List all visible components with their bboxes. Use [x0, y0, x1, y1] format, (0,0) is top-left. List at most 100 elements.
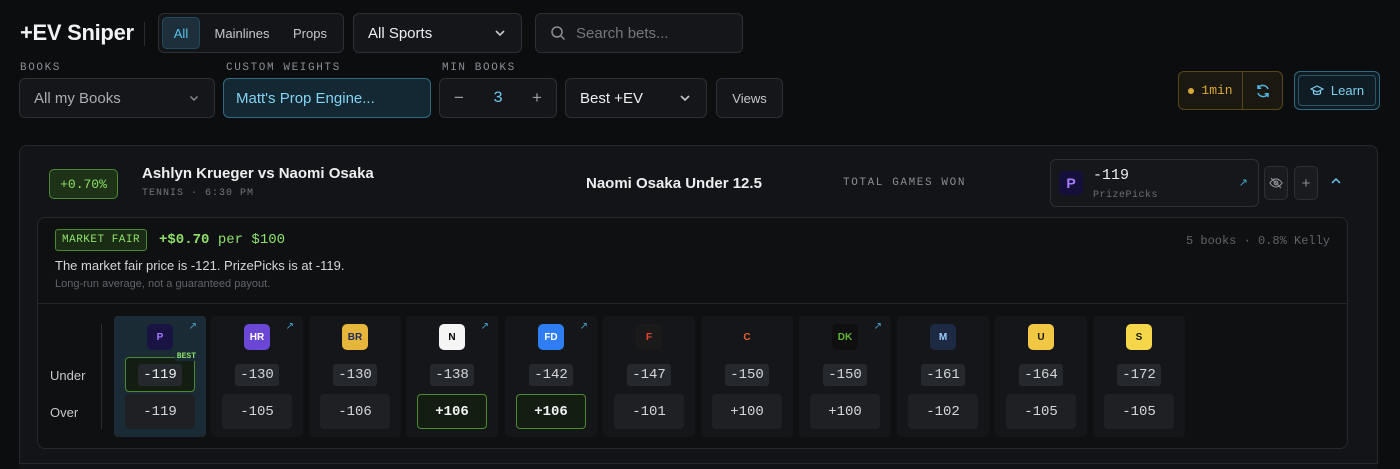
over-odds[interactable]: +100 [810, 394, 880, 429]
over-odds[interactable]: -119 [125, 394, 195, 429]
under-odds-value: -147 [627, 363, 671, 386]
next-card-edge [19, 463, 1378, 469]
over-odds[interactable]: -105 [222, 394, 292, 429]
market-fair-tag: MARKET FAIR [55, 229, 148, 251]
caesars-logo-icon: C [734, 324, 760, 350]
under-odds-value: -172 [1117, 363, 1161, 386]
over-odds[interactable]: -101 [614, 394, 684, 429]
over-odds-value: -105 [1024, 403, 1058, 420]
under-row-label: Under [50, 368, 86, 383]
refresh-control: 1min [1178, 71, 1283, 110]
under-odds[interactable]: -150 [810, 357, 880, 392]
bet-type-filter: All Mainlines Props [158, 13, 344, 53]
under-odds[interactable]: -161 [908, 357, 978, 392]
external-link-icon[interactable]: ↗ [189, 321, 197, 332]
best-odds-value: -119 [1093, 167, 1130, 184]
fair-price-description: The market fair price is -121. PrizePick… [55, 258, 345, 273]
refresh-interval[interactable]: 1min [1179, 72, 1242, 109]
under-odds-value: -142 [529, 363, 573, 386]
status-dot-icon [1188, 87, 1195, 94]
over-odds[interactable]: +100 [712, 394, 782, 429]
over-odds-value: -101 [632, 403, 666, 420]
over-odds[interactable]: -105 [1104, 394, 1174, 429]
book-column-hard-rock-bet: HR ↗ -130 -105 [211, 316, 303, 437]
sports-select-value: All Sports [368, 24, 433, 42]
book-column-novig: N ↗ -138 +106 [406, 316, 498, 437]
market-type: TOTAL GAMES WON [843, 177, 967, 189]
refresh-button[interactable] [1242, 72, 1282, 109]
collapse-button[interactable] [1329, 174, 1343, 193]
book-column-underdog: U -164 -105 [995, 316, 1087, 437]
under-odds[interactable]: -164 [1006, 357, 1076, 392]
under-odds[interactable]: -138 [417, 357, 487, 392]
external-link-icon[interactable]: ↗ [580, 321, 588, 332]
over-odds[interactable]: -105 [1006, 394, 1076, 429]
over-odds-value: -105 [240, 403, 274, 420]
row-label-divider [101, 324, 102, 429]
under-odds[interactable]: -147 [614, 357, 684, 392]
best-odds-box[interactable]: P -119 PrizePicks ↗ [1050, 159, 1259, 207]
over-odds-value: -106 [338, 403, 372, 420]
book-column-bet-rivers: BR -130 -106 [309, 316, 401, 437]
external-link-icon[interactable]: ↗ [481, 321, 489, 332]
decrement-button[interactable]: − [454, 88, 464, 108]
over-odds-value: +100 [828, 403, 862, 420]
best-odds-book: PrizePicks [1093, 190, 1159, 201]
ev-amount: +$0.70 [159, 232, 210, 248]
tab-all[interactable]: All [162, 17, 200, 49]
min-books-stepper: − 3 + [439, 78, 557, 118]
tab-props[interactable]: Props [284, 17, 336, 49]
views-button[interactable]: Views [716, 78, 783, 118]
custom-weights-label: CUSTOM WEIGHTS [226, 62, 341, 74]
sports-select[interactable]: All Sports [353, 13, 522, 53]
ev-suffix: per $100 [217, 232, 286, 248]
external-link-icon[interactable]: ↗ [1239, 176, 1248, 189]
novig-logo-icon: N [439, 324, 465, 350]
learn-focus-ring [1298, 75, 1376, 106]
add-bet-button[interactable]: + [1294, 166, 1318, 200]
books-select-value: All my Books [34, 89, 121, 107]
under-odds-value: -130 [235, 363, 279, 386]
books-select[interactable]: All my Books [19, 78, 215, 118]
under-odds-value: -164 [1019, 363, 1063, 386]
under-odds[interactable]: -172 [1104, 357, 1174, 392]
hard-rock-bet-logo-icon: HR [244, 324, 270, 350]
bet-rivers-logo-icon: BR [342, 324, 368, 350]
book-column-draftkings: DK ↗ -150 +100 [799, 316, 891, 437]
hide-bet-button[interactable] [1264, 166, 1288, 200]
chevron-down-icon [190, 96, 198, 101]
over-odds-value: -102 [926, 403, 960, 420]
plus-icon: + [1301, 174, 1311, 192]
learn-button[interactable]: Learn [1294, 71, 1380, 110]
over-odds-value: -119 [143, 403, 177, 420]
over-row-label: Over [50, 405, 79, 420]
book-column-caesars: C -150 +100 [701, 316, 793, 437]
under-odds[interactable]: -142 [516, 357, 586, 392]
external-link-icon[interactable]: ↗ [874, 321, 882, 332]
detail-divider [38, 303, 1347, 304]
under-odds[interactable]: -150 [712, 357, 782, 392]
over-odds-value: +106 [534, 403, 568, 420]
under-odds-value: -138 [430, 363, 474, 386]
book-column-prizepicks: P ↗ -119 BEST -119 [114, 316, 206, 437]
search-input[interactable] [576, 24, 726, 42]
under-odds[interactable]: -119 [125, 357, 195, 392]
over-odds[interactable]: +106 [417, 394, 487, 429]
over-odds[interactable]: +106 [516, 394, 586, 429]
sort-select[interactable]: Best +EV [565, 78, 707, 118]
under-odds[interactable]: -130 [320, 357, 390, 392]
min-books-value[interactable]: 3 [493, 89, 503, 107]
over-odds[interactable]: -106 [320, 394, 390, 429]
search-box[interactable] [535, 13, 743, 53]
over-odds[interactable]: -102 [908, 394, 978, 429]
increment-button[interactable]: + [532, 88, 542, 108]
tab-mainlines[interactable]: Mainlines [202, 17, 282, 49]
custom-weights-select[interactable]: Matt's Prop Engine... [223, 78, 431, 118]
book-column-betmgm: M -161 -102 [897, 316, 989, 437]
sort-select-value: Best +EV [580, 89, 643, 107]
disclaimer-note: Long-run average, not a guaranteed payou… [55, 278, 271, 290]
fanatics-logo-icon: F [636, 324, 662, 350]
external-link-icon[interactable]: ↗ [286, 321, 294, 332]
under-odds[interactable]: -130 [222, 357, 292, 392]
refresh-interval-label: 1min [1201, 83, 1233, 98]
